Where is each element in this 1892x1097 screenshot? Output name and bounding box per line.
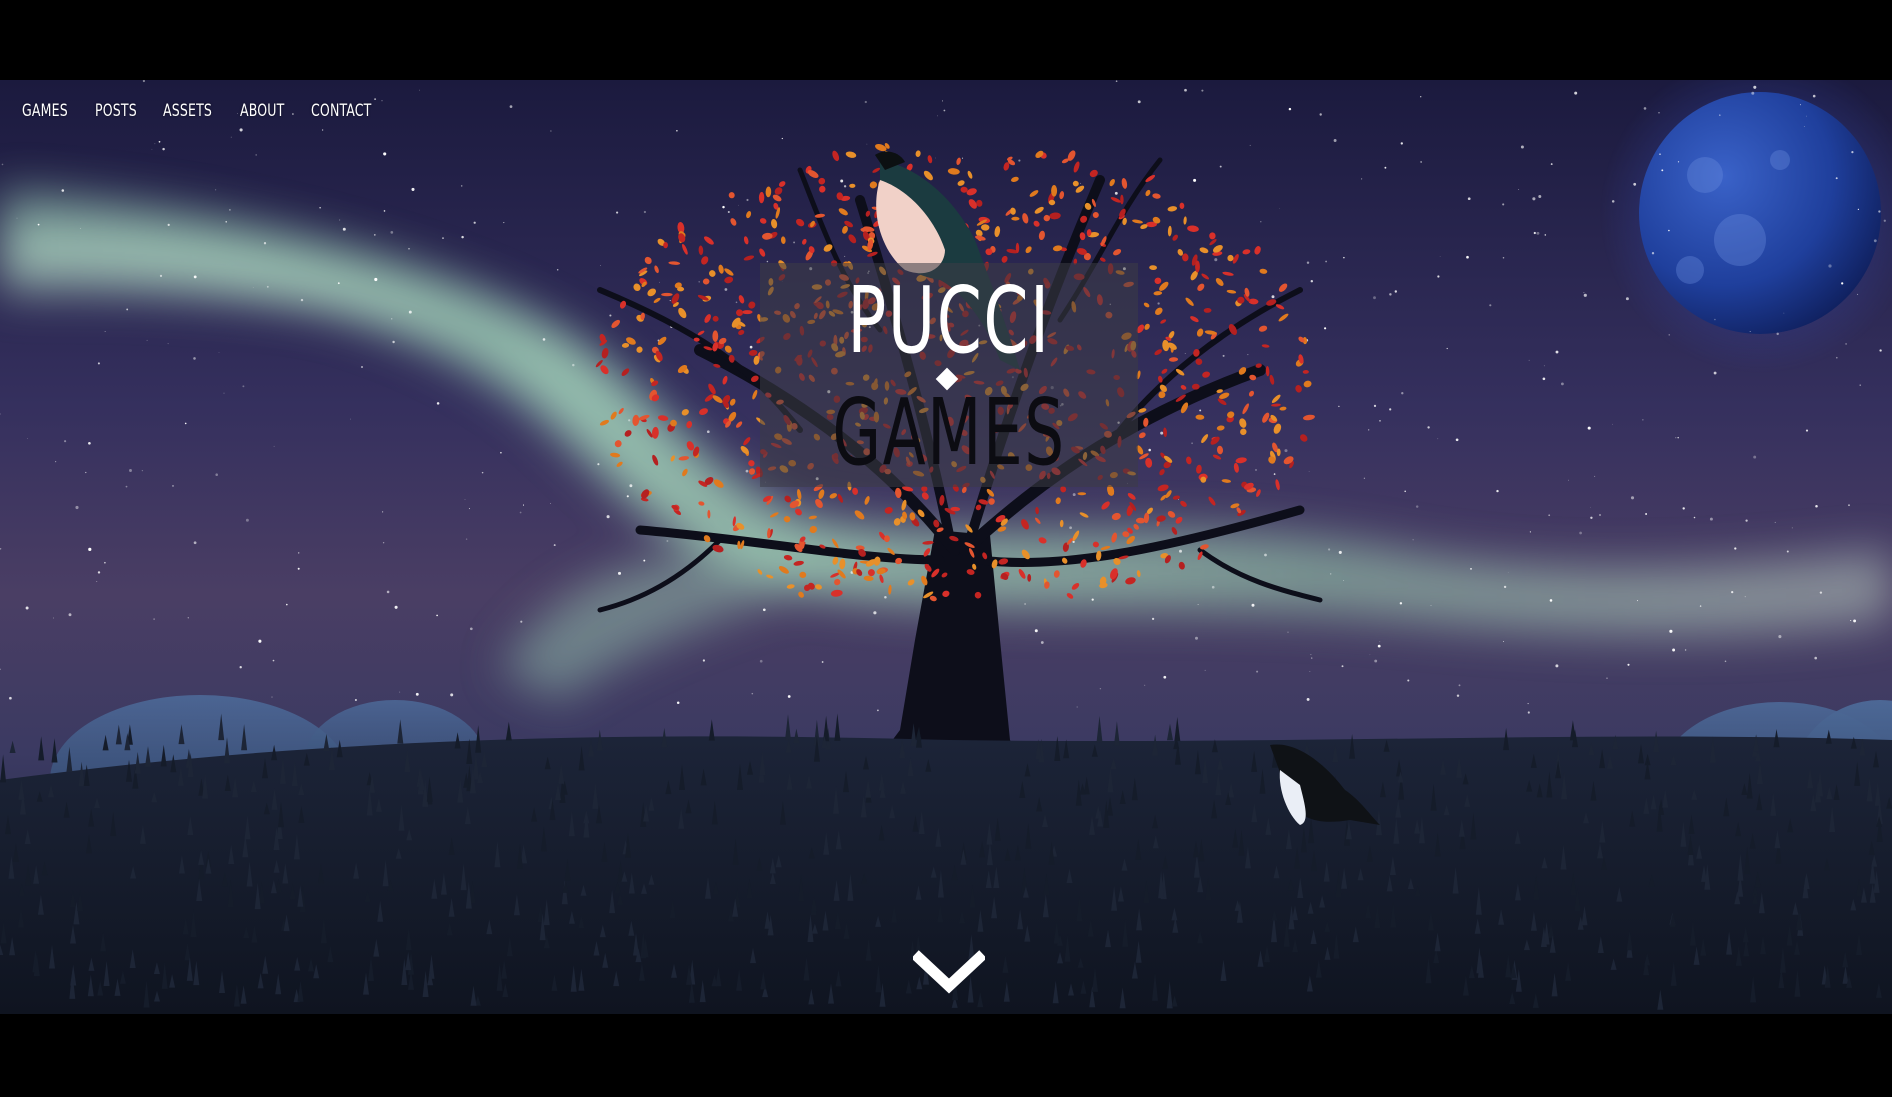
moon bbox=[1639, 92, 1881, 334]
page: GAMES POSTS ASSETS ABOUT CONTACT PUCCI G… bbox=[0, 0, 1892, 1097]
night-landscape-illustration bbox=[0, 80, 1892, 1014]
nav-link-contact[interactable]: CONTACT bbox=[311, 101, 371, 121]
nav-link-assets[interactable]: ASSETS bbox=[163, 101, 212, 121]
site-logo[interactable]: PUCCI GAMES bbox=[760, 263, 1138, 487]
nav-link-about[interactable]: ABOUT bbox=[240, 101, 284, 121]
logo-line-pucci: PUCCI bbox=[847, 267, 1051, 374]
nav-link-games[interactable]: GAMES bbox=[22, 101, 68, 121]
scroll-down-button[interactable] bbox=[911, 948, 987, 1000]
main-nav: GAMES POSTS ASSETS ABOUT CONTACT bbox=[22, 101, 377, 121]
hero-scene bbox=[0, 80, 1892, 1014]
logo-line-games: GAMES bbox=[832, 379, 1066, 486]
chevron-down-icon bbox=[911, 950, 987, 994]
nav-link-posts[interactable]: POSTS bbox=[95, 101, 137, 121]
